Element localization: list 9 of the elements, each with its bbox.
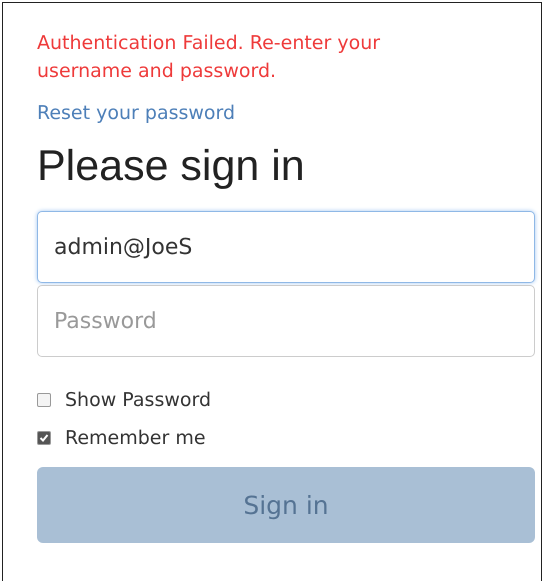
reset-password-link[interactable]: Reset your password (37, 102, 236, 124)
checkbox-label: Show Password (65, 389, 212, 411)
checkbox[interactable] (37, 431, 51, 445)
sign-in-heading: Please sign in (37, 142, 306, 191)
checkbox-label: Remember me (65, 427, 206, 449)
checkbox[interactable] (37, 393, 51, 407)
username-field[interactable]: admin@JoeS (37, 211, 535, 283)
error-message: Authentication Failed. Re-enter your username and password. (37, 31, 382, 84)
password-field[interactable]: Password (37, 285, 535, 357)
